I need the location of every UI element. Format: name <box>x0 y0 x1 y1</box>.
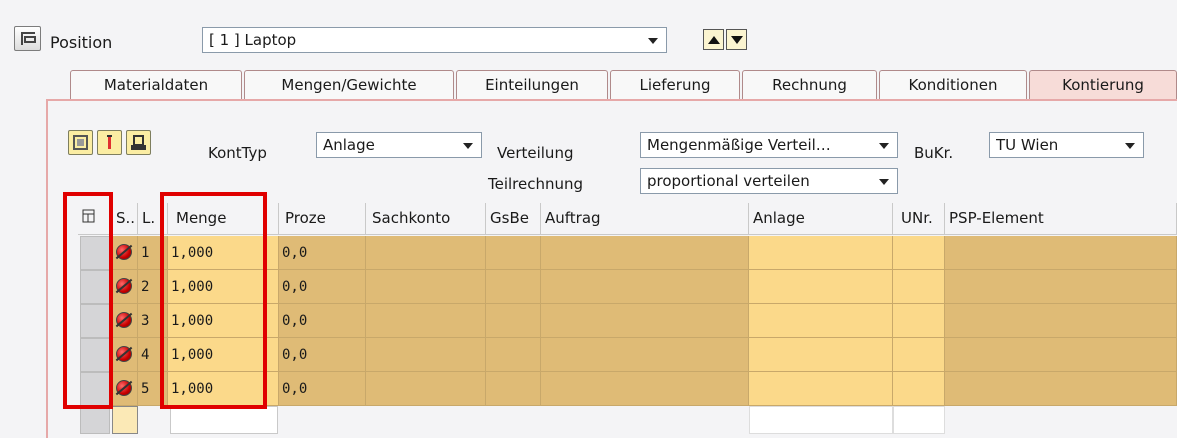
kont-typ-select[interactable]: Anlage <box>316 132 482 158</box>
column-header-status[interactable]: S.. <box>112 203 138 235</box>
proze-cell[interactable]: 0,0 <box>279 338 366 372</box>
sachkonto-cell[interactable] <box>366 270 486 304</box>
column-header-unr[interactable]: UNr. <box>893 203 945 235</box>
status-cell[interactable] <box>112 236 138 270</box>
anlage-cell[interactable] <box>749 270 893 304</box>
anlage-cell[interactable] <box>749 304 893 338</box>
stamp-icon <box>131 135 146 150</box>
arrow-down-icon <box>731 36 743 44</box>
psp-cell[interactable] <box>945 338 1177 372</box>
highlight-row-selector-column <box>63 192 113 409</box>
anlage-cell[interactable] <box>749 236 893 270</box>
auftrag-cell[interactable] <box>541 304 749 338</box>
auftrag-cell[interactable] <box>541 236 749 270</box>
psp-cell[interactable] <box>945 304 1177 338</box>
psp-cell[interactable] <box>945 236 1177 270</box>
bukr-select[interactable]: TU Wien <box>989 132 1144 158</box>
tab-rechnung[interactable]: Rechnung <box>742 70 877 99</box>
info-button[interactable] <box>97 130 122 155</box>
unr-cell[interactable] <box>893 338 945 372</box>
row-selector-empty[interactable] <box>80 406 110 434</box>
sachkonto-cell[interactable] <box>366 304 486 338</box>
status-red-icon <box>116 244 132 260</box>
auftrag-cell[interactable] <box>541 338 749 372</box>
tab-konditionen[interactable]: Konditionen <box>879 70 1027 99</box>
tab-mengen-gewichte[interactable]: Mengen/Gewichte <box>244 70 454 99</box>
position-label: Position <box>50 33 113 52</box>
column-header-sachkonto[interactable]: Sachkonto <box>366 203 486 235</box>
status-cell[interactable] <box>112 338 138 372</box>
info-icon <box>107 135 112 149</box>
status-red-icon <box>116 278 132 294</box>
proze-cell[interactable]: 0,0 <box>279 270 366 304</box>
proze-cell[interactable]: 0,0 <box>279 304 366 338</box>
status-cell[interactable] <box>112 270 138 304</box>
psp-cell[interactable] <box>945 372 1177 406</box>
status-red-icon <box>116 346 132 362</box>
position-select[interactable]: [ 1 ] Laptop <box>202 27 667 53</box>
details-button[interactable] <box>68 130 93 155</box>
gsbe-cell[interactable] <box>486 372 541 406</box>
status-cell[interactable] <box>112 304 138 338</box>
chevron-down-icon <box>648 38 658 44</box>
position-overview-button[interactable] <box>14 26 41 51</box>
unr-cell[interactable] <box>893 304 945 338</box>
anlage-cell[interactable] <box>749 372 893 406</box>
sachkonto-cell[interactable] <box>366 338 486 372</box>
position-select-value: [ 1 ] Laptop <box>209 31 297 49</box>
highlight-menge-column <box>160 192 267 409</box>
print-button[interactable] <box>126 130 151 155</box>
gsbe-cell[interactable] <box>486 338 541 372</box>
column-header-gsbe[interactable]: GsBe <box>486 203 541 235</box>
tab-kontierung[interactable]: Kontierung <box>1029 70 1177 99</box>
bukr-label: BuKr. <box>914 144 954 162</box>
previous-position-button[interactable] <box>703 29 724 50</box>
kont-typ-label: KontTyp <box>208 144 267 162</box>
unr-cell[interactable] <box>893 372 945 406</box>
unr-input-empty[interactable] <box>893 406 945 434</box>
verteilung-label: Verteilung <box>497 144 574 162</box>
chevron-down-icon <box>463 143 473 149</box>
gsbe-cell[interactable] <box>486 236 541 270</box>
unr-cell[interactable] <box>893 236 945 270</box>
teilrechnung-label: Teilrechnung <box>488 175 584 193</box>
tab-lieferung[interactable]: Lieferung <box>610 70 740 99</box>
sachkonto-cell[interactable] <box>366 236 486 270</box>
details-icon <box>73 135 88 150</box>
anlage-cell[interactable] <box>749 338 893 372</box>
anlage-input-empty[interactable] <box>749 406 893 434</box>
tab-einteilungen[interactable]: Einteilungen <box>456 70 608 99</box>
sachkonto-cell[interactable] <box>366 372 486 406</box>
psp-cell[interactable] <box>945 270 1177 304</box>
next-position-button[interactable] <box>726 29 747 50</box>
unr-cell[interactable] <box>893 270 945 304</box>
verteilung-select[interactable]: Mengenmäßige Verteil… <box>640 132 898 158</box>
proze-cell[interactable]: 0,0 <box>279 372 366 406</box>
status-cell[interactable] <box>112 372 138 406</box>
chevron-down-icon <box>879 143 889 149</box>
gsbe-cell[interactable] <box>486 270 541 304</box>
menge-input-empty[interactable] <box>170 406 278 434</box>
column-header-auftrag[interactable]: Auftrag <box>541 203 749 235</box>
column-header-anlage[interactable]: Anlage <box>749 203 893 235</box>
gsbe-cell[interactable] <box>486 304 541 338</box>
status-red-icon <box>116 312 132 328</box>
status-red-icon <box>116 380 132 396</box>
column-header-proze[interactable]: Proze <box>279 203 366 235</box>
auftrag-cell[interactable] <box>541 270 749 304</box>
chevron-down-icon <box>1125 143 1135 149</box>
column-header-psp-element[interactable]: PSP-Element <box>945 203 1177 235</box>
tab-materialdaten[interactable]: Materialdaten <box>70 70 242 99</box>
chevron-down-icon <box>879 179 889 185</box>
status-cell-empty[interactable] <box>112 406 138 434</box>
proze-cell[interactable]: 0,0 <box>279 236 366 270</box>
auftrag-cell[interactable] <box>541 372 749 406</box>
teilrechnung-select[interactable]: proportional verteilen <box>640 168 898 194</box>
arrow-up-icon <box>708 36 720 44</box>
